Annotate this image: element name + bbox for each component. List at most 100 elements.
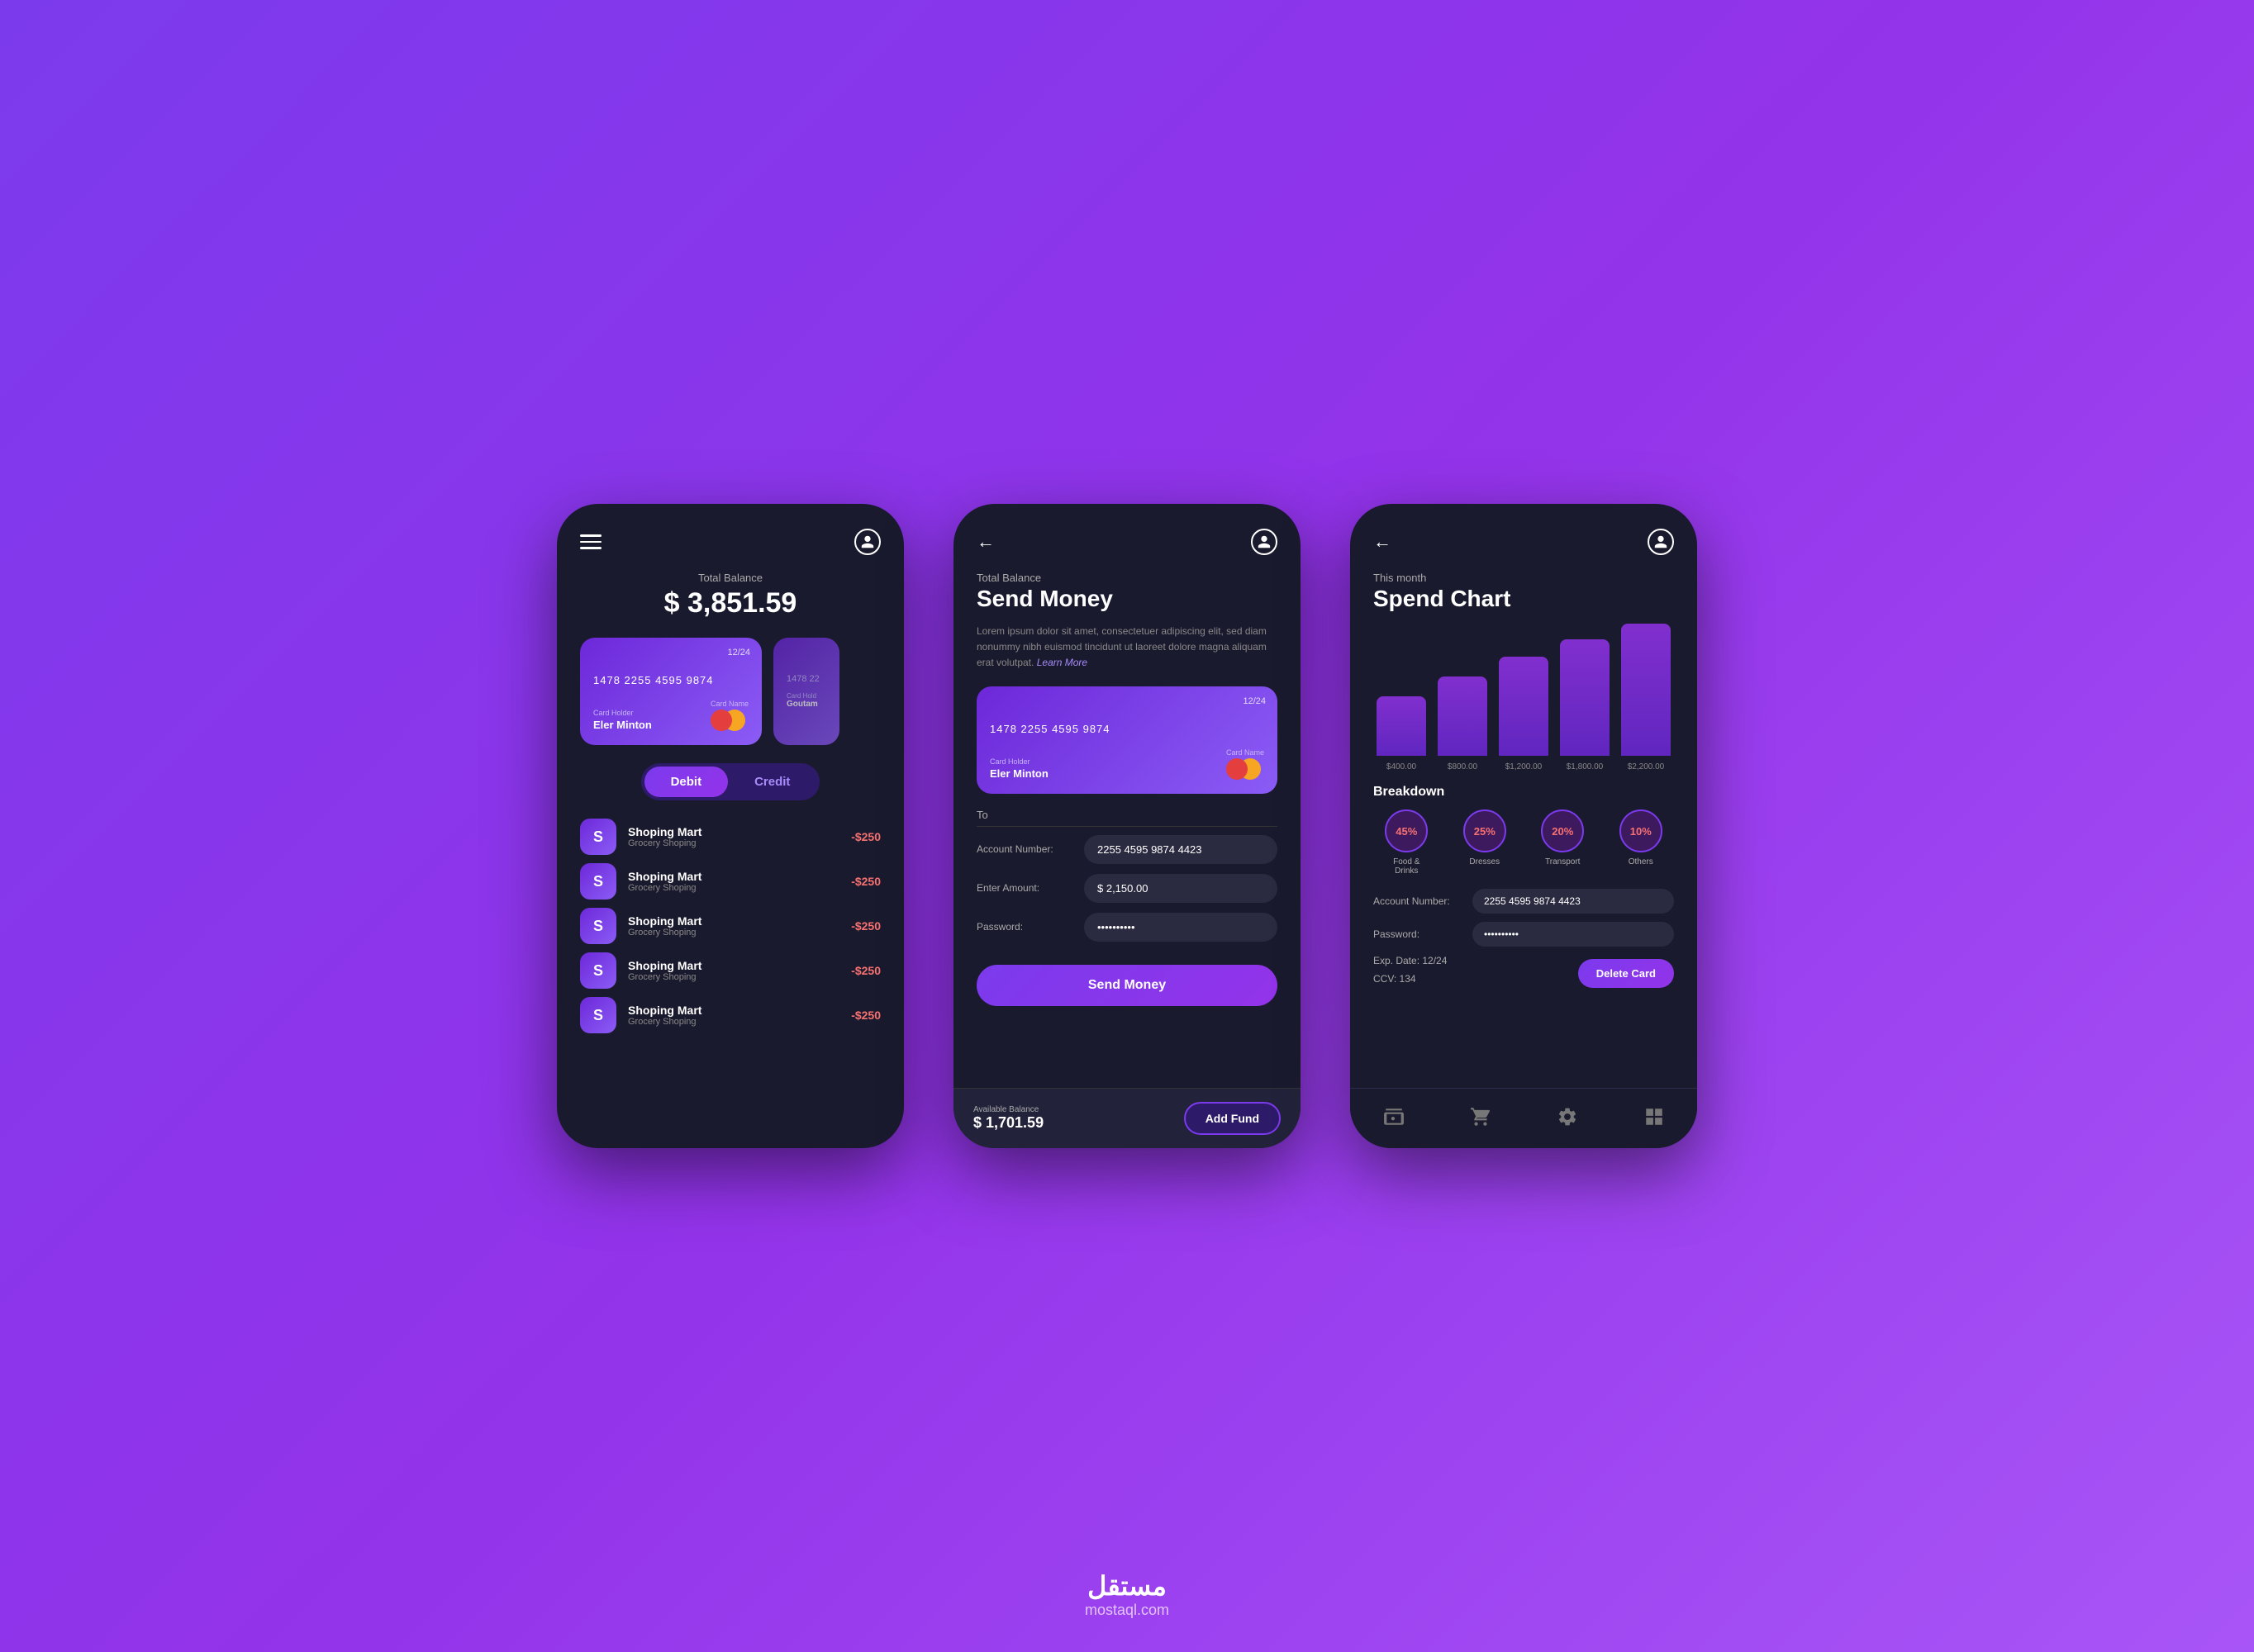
amount-input[interactable]: $ 2,150.00: [1084, 874, 1277, 903]
nav-wallet-icon[interactable]: [1379, 1102, 1409, 1132]
transaction-sub: Grocery Shoping: [628, 838, 839, 848]
back-icon[interactable]: ←: [977, 531, 995, 553]
page-description: Lorem ipsum dolor sit amet, consectetuer…: [977, 624, 1277, 672]
ccv: CCV: 134: [1373, 973, 1447, 985]
page-subtitle: This month: [1373, 572, 1674, 584]
breakdown-item-others: 10% Others: [1608, 809, 1675, 876]
breakdown-circle-food: 45%: [1385, 809, 1428, 852]
breakdown-item-dresses: 25% Dresses: [1452, 809, 1519, 876]
chart-area: [1373, 624, 1674, 756]
transaction-name: Shoping Mart: [628, 959, 839, 972]
transaction-info: Shoping Mart Grocery Shoping: [628, 959, 839, 982]
breakdown-name-others: Others: [1629, 857, 1653, 866]
transaction-name: Shoping Mart: [628, 1004, 839, 1017]
phones-container: Total Balance $ 3,851.59 12/24 1478 2255…: [557, 504, 1697, 1148]
small-card-holder-label: Card Hold: [787, 692, 826, 700]
card-expiry: 12/24: [727, 648, 750, 657]
cards-row: 12/24 1478 2255 4595 9874 Card Holder El…: [580, 638, 881, 745]
transaction-name: Shoping Mart: [628, 914, 839, 928]
bottom-bar: Available Balance $ 1,701.59 Add Fund: [953, 1088, 1301, 1148]
transaction-icon: S: [580, 997, 616, 1033]
transaction-amount: -$250: [851, 964, 881, 977]
delete-card-button[interactable]: Delete Card: [1578, 959, 1674, 988]
credit-card-main[interactable]: 12/24 1478 2255 4595 9874 Card Holder El…: [580, 638, 762, 745]
transaction-info: Shoping Mart Grocery Shoping: [628, 870, 839, 893]
card-holder-name: Eler Minton: [593, 719, 652, 731]
password-input[interactable]: ••••••••••: [1084, 913, 1277, 942]
password-row: Password: ••••••••••: [977, 913, 1277, 942]
bottom-nav: [1350, 1088, 1697, 1148]
transaction-info: Shoping Mart Grocery Shoping: [628, 914, 839, 938]
dashboard-header: [580, 529, 881, 555]
transaction-sub: Grocery Shoping: [628, 883, 839, 893]
available-balance: Available Balance $ 1,701.59: [973, 1105, 1044, 1132]
spend-chart-header: ←: [1373, 529, 1674, 555]
list-item[interactable]: S Shoping Mart Grocery Shoping -$250: [580, 908, 881, 944]
card-holder-label: Card Holder: [990, 757, 1049, 766]
mc-red-circle: [711, 710, 732, 731]
send-money-button[interactable]: Send Money: [977, 965, 1277, 1006]
user-icon[interactable]: [1648, 529, 1674, 555]
transaction-amount: -$250: [851, 875, 881, 888]
transaction-amount: -$250: [851, 919, 881, 933]
account-number-info-row: Account Number: 2255 4595 9874 4423: [1373, 889, 1674, 914]
list-item[interactable]: S Shoping Mart Grocery Shoping -$250: [580, 863, 881, 900]
balance-label: Total Balance: [580, 572, 881, 584]
toggle-section: Debit Credit: [580, 763, 881, 800]
transaction-info: Shoping Mart Grocery Shoping: [628, 1004, 839, 1027]
nav-gear-icon[interactable]: [1553, 1102, 1582, 1132]
chart-bar-3: [1499, 657, 1548, 756]
transaction-icon: S: [580, 863, 616, 900]
card-footer: Card Holder Eler Minton Card Name: [593, 700, 749, 731]
breakdown-circle-others: 10%: [1619, 809, 1662, 852]
phone-send-money: ← Total Balance Send Money Lorem ipsum d…: [953, 504, 1301, 1148]
card-number: 1478 2255 4595 9874: [990, 723, 1264, 735]
list-item[interactable]: S Shoping Mart Grocery Shoping -$250: [580, 952, 881, 989]
transaction-sub: Grocery Shoping: [628, 928, 839, 938]
available-balance-label: Available Balance: [973, 1105, 1044, 1114]
breakdown-circle-transport: 20%: [1541, 809, 1584, 852]
send-money-header: ←: [977, 529, 1277, 555]
add-fund-button[interactable]: Add Fund: [1184, 1102, 1281, 1135]
account-number-info-value: 2255 4595 9874 4423: [1472, 889, 1674, 914]
card-holder-label: Card Holder: [593, 709, 652, 717]
watermark: مستقل mostaql.com: [1085, 1570, 1169, 1619]
mastercard-logo: [711, 710, 749, 731]
chart-label-1: $400.00: [1377, 762, 1426, 771]
mastercard-logo: [1226, 758, 1264, 780]
transaction-sub: Grocery Shoping: [628, 1017, 839, 1027]
transaction-name: Shoping Mart: [628, 825, 839, 838]
list-item[interactable]: S Shoping Mart Grocery Shoping -$250: [580, 819, 881, 855]
chart-bar-2: [1438, 676, 1487, 756]
card-holder-name: Eler Minton: [990, 767, 1049, 780]
toggle-btn: Debit Credit: [641, 763, 820, 800]
card-footer: Card Holder Eler Minton Card Name: [990, 748, 1264, 780]
account-number-label: Account Number:: [977, 843, 1084, 855]
credit-toggle[interactable]: Credit: [728, 767, 816, 797]
user-icon[interactable]: [1251, 529, 1277, 555]
transaction-amount: -$250: [851, 830, 881, 843]
back-icon[interactable]: ←: [1373, 531, 1391, 553]
exp-ccv: Exp. Date: 12/24 CCV: 134: [1373, 955, 1447, 991]
user-icon[interactable]: [854, 529, 881, 555]
breakdown-item-transport: 20% Transport: [1529, 809, 1596, 876]
nav-grid-icon[interactable]: [1639, 1102, 1669, 1132]
account-number-info-label: Account Number:: [1373, 895, 1472, 907]
card-name-label: Card Name: [711, 700, 749, 708]
nav-cart-icon[interactable]: [1466, 1102, 1496, 1132]
hamburger-icon[interactable]: [580, 534, 602, 549]
exp-date: Exp. Date: 12/24: [1373, 955, 1447, 966]
transaction-sub: Grocery Shoping: [628, 972, 839, 982]
account-number-input[interactable]: 2255 4595 9874 4423: [1084, 835, 1277, 864]
chart-label-3: $1,200.00: [1499, 762, 1548, 771]
small-card-holder-name: Goutam: [787, 700, 826, 709]
account-number-row: Account Number: 2255 4595 9874 4423: [977, 835, 1277, 864]
credit-card-secondary[interactable]: 1478 22 Card Hold Goutam: [773, 638, 839, 745]
transaction-info: Shoping Mart Grocery Shoping: [628, 825, 839, 848]
list-item[interactable]: S Shoping Mart Grocery Shoping -$250: [580, 997, 881, 1033]
card-expiry: 12/24: [1243, 696, 1266, 706]
debit-toggle[interactable]: Debit: [644, 767, 729, 797]
card-name-label: Card Name: [1226, 748, 1264, 757]
learn-more-link[interactable]: Learn More: [1037, 657, 1087, 668]
card-number-small: 1478 22: [787, 674, 826, 684]
